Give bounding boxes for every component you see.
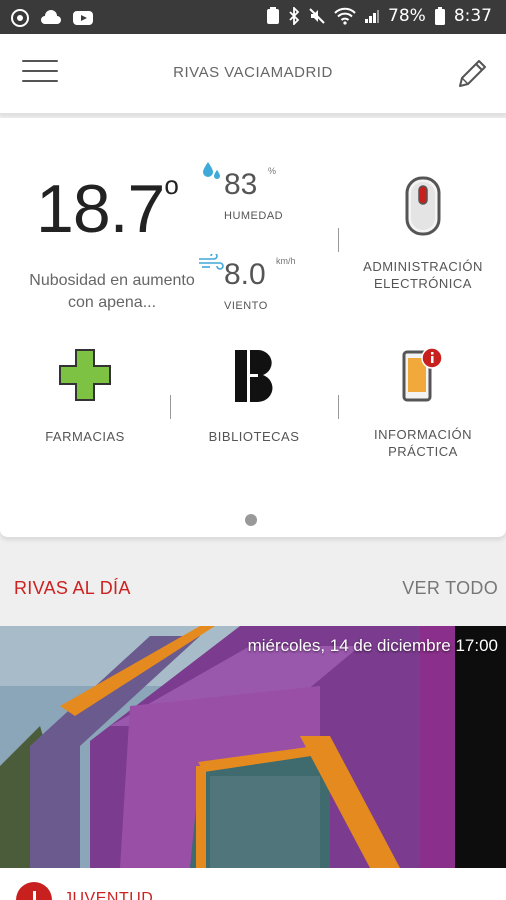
tile-informacion-practica[interactable]: INFORMACIÓN PRÁCTICA bbox=[348, 346, 498, 460]
tile-bibliotecas[interactable]: BIBLIOTECAS bbox=[179, 348, 329, 445]
divider bbox=[338, 395, 339, 419]
news-category: JUVENTUD bbox=[64, 890, 154, 900]
tile-label: BIBLIOTECAS bbox=[208, 429, 300, 444]
pencil-icon bbox=[459, 60, 486, 87]
humidity-drops-icon bbox=[203, 162, 220, 179]
view-all-button[interactable]: VER TODO bbox=[402, 578, 498, 599]
hamburger-menu-icon bbox=[22, 60, 58, 62]
signal-icon bbox=[365, 10, 380, 23]
app-bar: RIVAS VACIAMADRID bbox=[0, 34, 506, 114]
battery-percent: 78% bbox=[388, 6, 426, 26]
notification-icon bbox=[267, 7, 280, 24]
wind-value: 8.0 bbox=[224, 258, 266, 291]
category-badge-icon bbox=[16, 882, 52, 900]
widget-card: 18.7o Nubosidad en aumento con apena... … bbox=[0, 118, 506, 538]
mute-icon bbox=[309, 8, 325, 24]
divider bbox=[170, 395, 171, 419]
clock: 8:37 bbox=[453, 6, 492, 26]
wifi-icon bbox=[334, 7, 356, 25]
status-bar: 78% 8:37 bbox=[0, 0, 506, 34]
mouse-icon bbox=[405, 176, 441, 236]
target-icon bbox=[11, 9, 29, 27]
news-card-image[interactable]: miércoles, 14 de diciembre 17:00 bbox=[0, 626, 506, 868]
wind-unit: km/h bbox=[276, 256, 296, 266]
temperature: 18.7o bbox=[36, 170, 179, 247]
degree-symbol: o bbox=[164, 170, 179, 201]
wind-label: VIENTO bbox=[224, 300, 268, 312]
youtube-icon bbox=[73, 11, 93, 25]
tile-label: INFORMACIÓN PRÁCTICA bbox=[374, 427, 472, 459]
tile-label: ADMINISTRACIÓN ELECTRÓNICA bbox=[363, 259, 483, 291]
phone-info-icon bbox=[402, 347, 443, 402]
tile-administracion-electronica[interactable]: ADMINISTRACIÓN ELECTRÓNICA bbox=[348, 176, 498, 292]
tile-farmacias[interactable]: FARMACIAS bbox=[10, 348, 160, 445]
news-footer[interactable]: JUVENTUD bbox=[0, 868, 506, 900]
weather-description: Nubosidad en aumento con apena... bbox=[29, 272, 195, 311]
divider bbox=[338, 228, 339, 252]
edit-button[interactable] bbox=[454, 56, 490, 92]
section-title: RIVAS AL DÍA bbox=[14, 578, 131, 598]
news-date: miércoles, 14 de diciembre 17:00 bbox=[247, 636, 498, 655]
wind-icon bbox=[199, 254, 224, 270]
page-indicator[interactable] bbox=[245, 514, 257, 526]
section-header: RIVAS AL DÍA VER TODO bbox=[0, 562, 506, 610]
humidity-label: HUMEDAD bbox=[224, 210, 284, 222]
bluetooth-icon bbox=[289, 7, 300, 25]
pharmacy-cross-icon bbox=[59, 349, 111, 401]
library-b-icon bbox=[235, 349, 273, 403]
humidity-value: 83 bbox=[224, 168, 258, 201]
news-photo bbox=[0, 626, 506, 868]
app-title: RIVAS VACIAMADRID bbox=[173, 64, 333, 81]
cloud-icon bbox=[41, 10, 61, 24]
battery-icon bbox=[434, 7, 445, 25]
tile-label: FARMACIAS bbox=[45, 429, 125, 444]
humidity-unit: % bbox=[268, 166, 277, 176]
